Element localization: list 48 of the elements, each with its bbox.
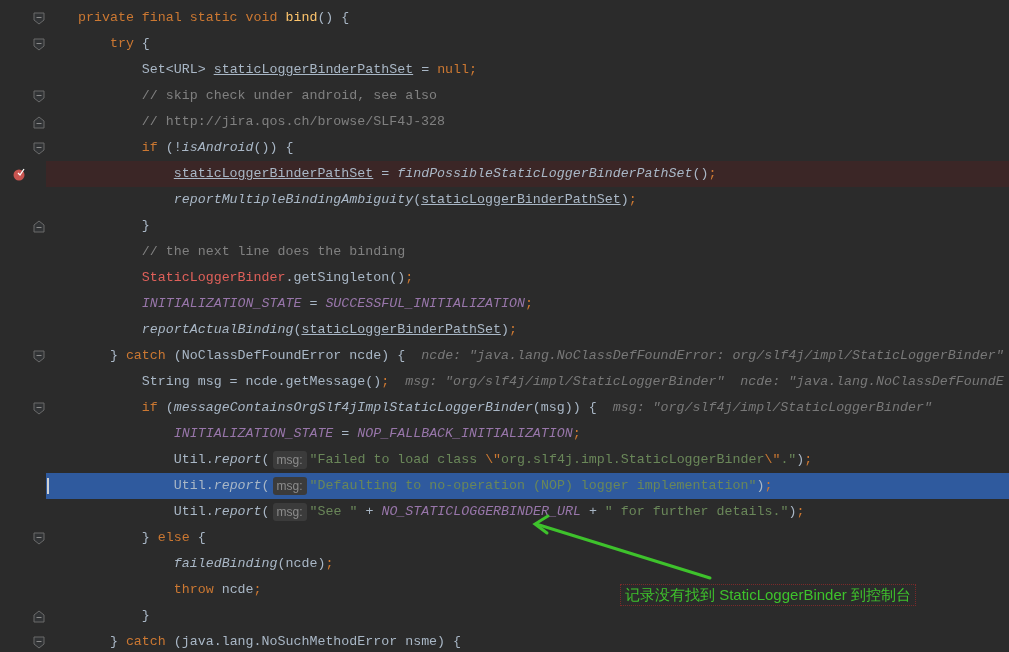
code-text: // skip check under android, see also [140, 87, 438, 106]
fold-icon[interactable] [33, 142, 45, 155]
inline-value-hint: msg: "org/slf4j/impl/StaticLoggerBinder" ncde: "java.lang.NoClassDefFoundE [405, 373, 1004, 392]
code-text: Util.report( [172, 477, 270, 496]
code-text: if (!isAndroid()) { [140, 139, 294, 158]
code-text: StaticLoggerBinder.getSingleton(); [140, 269, 414, 288]
code-text: "See " + NO_STATICLOGGERBINDER_URL + " for further details."); [309, 503, 805, 522]
inline-value-hint: ncde: "java.lang.NoClassDefFoundError: org/slf4j/impl/StaticLoggerBinder" [421, 347, 1004, 366]
fold-icon[interactable] [33, 636, 45, 649]
code-text: } [140, 217, 150, 236]
fold-icon[interactable] [33, 90, 45, 103]
code-text: "Defaulting to no-operation (NOP) logger implementation"); [309, 477, 773, 496]
code-text: Set<URL> staticLoggerBinderPathSet = null; [140, 61, 478, 80]
parameter-hint: msg: [272, 451, 307, 469]
parameter-hint: msg: [272, 477, 307, 495]
code-text: if (messageContainsOrgSlf4jImplStaticLoggerBinder(msg)) { [140, 399, 597, 418]
code-text: staticLoggerBinderPathSet = findPossibleStaticLoggerBinderPathSet(); [172, 165, 717, 184]
parameter-hint: msg: [272, 503, 307, 521]
fold-icon[interactable] [33, 116, 45, 129]
code-text: } catch (java.lang.NoSuchMethodError nsme) { [108, 633, 462, 652]
fold-icon[interactable] [33, 12, 45, 25]
code-text: failedBinding(ncde); [172, 555, 334, 574]
code-text: // the next line does the binding [140, 243, 406, 262]
text-caret [47, 478, 49, 494]
code-text: INITIALIZATION_STATE = SUCCESSFUL_INITIALIZATION; [140, 295, 533, 314]
code-text: throw ncde; [172, 581, 262, 600]
code-text: } else { [140, 529, 206, 548]
code-text: private final static void bind() { [78, 9, 350, 28]
code-text: Util.report( [172, 451, 270, 470]
code-text: reportActualBinding(staticLoggerBinderPathSet); [140, 321, 517, 340]
fold-icon[interactable] [33, 350, 45, 363]
code-text: String msg = ncde.getMessage(); [140, 373, 390, 392]
code-text: "Failed to load class \"org.slf4j.impl.StaticLoggerBinder\"."); [309, 451, 813, 470]
fold-icon[interactable] [33, 38, 45, 51]
fold-icon[interactable] [33, 402, 45, 415]
fold-icon[interactable] [33, 610, 45, 623]
code-text: INITIALIZATION_STATE = NOP_FALLBACK_INITIALIZATION; [172, 425, 581, 444]
breakpoint-icon[interactable] [12, 167, 26, 181]
code-text: } catch (NoClassDefFoundError ncde) { [108, 347, 406, 366]
code-text: Util.report( [172, 503, 270, 522]
code-text: } [140, 607, 150, 626]
fold-icon[interactable] [33, 220, 45, 233]
code-text: // http://jira.qos.ch/browse/SLF4J-328 [140, 113, 446, 132]
code-text: try { [108, 35, 150, 54]
inline-value-hint: msg: "org/slf4j/impl/StaticLoggerBinder" [612, 399, 932, 418]
fold-icon[interactable] [33, 532, 45, 545]
code-text: reportMultipleBindingAmbiguity(staticLoggerBinderPathSet); [172, 191, 637, 210]
annotation-label: 记录没有找到 StaticLoggerBinder 到控制台 [620, 584, 916, 606]
